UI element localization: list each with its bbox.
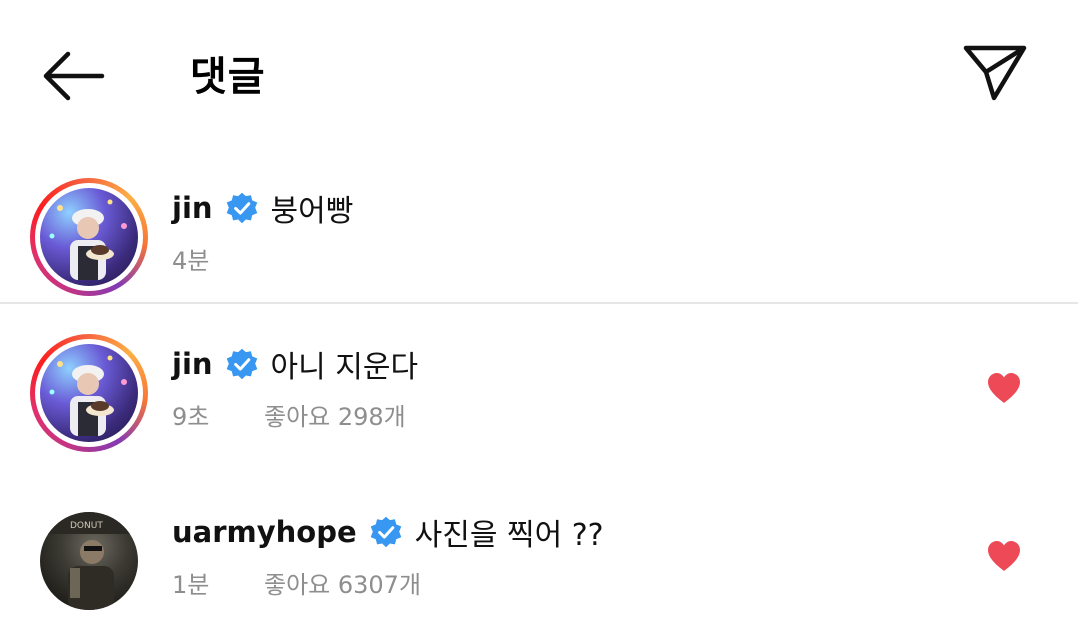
- comment-body: uarmyhope 사진을 찍어 ?? 1분 좋아요 6307개: [172, 510, 604, 600]
- back-button[interactable]: [38, 48, 108, 104]
- heart-icon: [988, 541, 1020, 571]
- header: 댓글: [0, 0, 1078, 150]
- send-button[interactable]: [960, 42, 1030, 104]
- comment-text: 아니 지운다: [270, 350, 419, 385]
- arrow-left-icon: [43, 51, 105, 101]
- page-title: 댓글: [190, 54, 266, 100]
- comment-time: 4분: [172, 246, 210, 275]
- comment-item: jin 아니 지운다 9초 좋아요 298개: [0, 334, 1078, 474]
- divider: [0, 302, 1078, 304]
- like-button[interactable]: [986, 540, 1022, 572]
- avatar[interactable]: DONUT: [30, 502, 148, 620]
- verified-badge-icon: [226, 348, 257, 380]
- comment-body: jin 붕어빵 4분: [172, 186, 353, 276]
- avatar[interactable]: [30, 334, 148, 452]
- comment-text: 붕어빵: [270, 194, 354, 229]
- comment-body: jin 아니 지운다 9초 좋아요 298개: [172, 342, 418, 432]
- verified-badge-icon: [226, 192, 257, 224]
- avatar[interactable]: [30, 178, 148, 296]
- avatar-image: [40, 344, 138, 442]
- avatar-image: [40, 188, 138, 286]
- svg-text:DONUT: DONUT: [70, 521, 103, 531]
- username[interactable]: jin: [172, 191, 213, 225]
- likes-count[interactable]: 좋아요 6307개: [264, 565, 421, 600]
- comment-time: 1분: [172, 570, 210, 599]
- comment-text: 사진을 찍어 ??: [414, 518, 604, 553]
- verified-badge-icon: [370, 516, 401, 548]
- like-button[interactable]: [986, 372, 1022, 404]
- avatar-image: DONUT: [40, 512, 138, 610]
- heart-icon: [988, 373, 1020, 403]
- likes-count[interactable]: 좋아요 298개: [264, 397, 406, 432]
- comment-item: jin 붕어빵 4분: [0, 178, 1078, 318]
- comment-item: DONUT uarmyhope 사진을 찍어 ?? 1분 좋아요 6307개: [0, 502, 1078, 636]
- username[interactable]: jin: [172, 347, 213, 381]
- paper-plane-icon: [963, 45, 1027, 101]
- username[interactable]: uarmyhope: [172, 515, 357, 549]
- comment-time: 9초: [172, 402, 210, 431]
